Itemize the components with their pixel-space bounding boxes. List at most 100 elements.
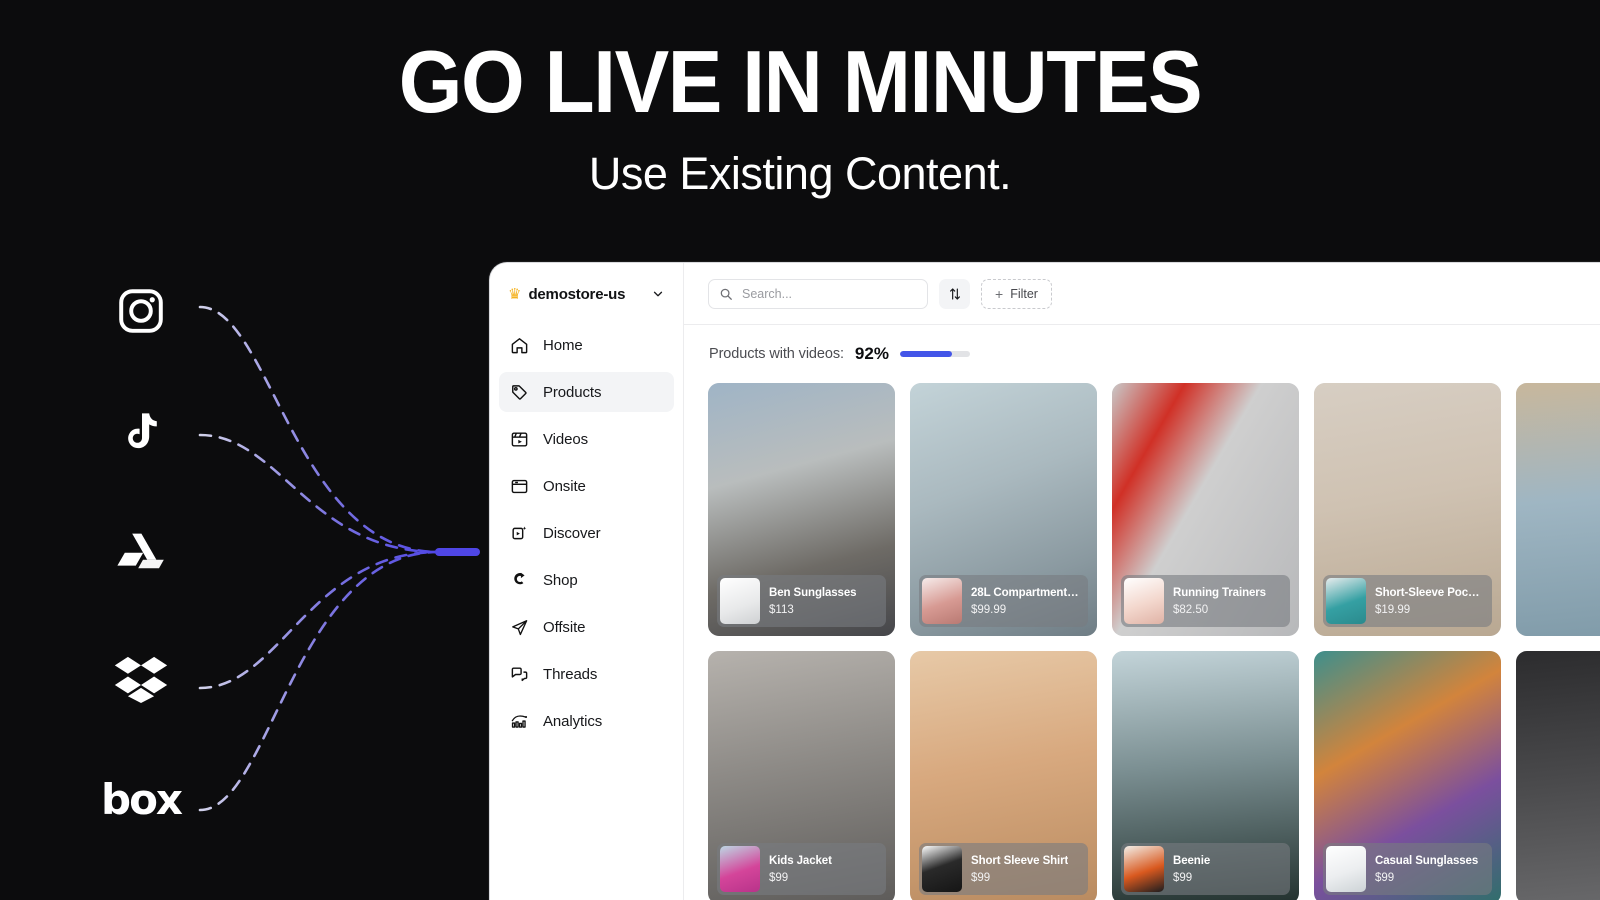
toolbar: + Filter <box>684 263 1600 325</box>
product-image <box>1516 651 1600 900</box>
product-price: $19.99 <box>1375 603 1411 616</box>
product-card[interactable] <box>1516 651 1600 900</box>
sidebar-item-label: Offsite <box>543 618 586 636</box>
product-card[interactable]: Ben Sunglasses $113 <box>708 383 895 636</box>
progress-bar-fill <box>899 351 953 357</box>
crown-icon: ♛ <box>508 285 522 303</box>
analytics-icon <box>508 710 530 732</box>
instagram-icon <box>105 275 177 347</box>
product-price: $99 <box>1375 871 1395 884</box>
product-overlay: Beenie $99 <box>1121 843 1290 895</box>
source-icon-list: box <box>101 275 200 835</box>
product-title: Short-Sleeve Pocket Sh... <box>1375 586 1483 599</box>
chat-bubbles-icon <box>508 663 530 685</box>
sidebar-item-threads[interactable]: Threads <box>499 654 674 694</box>
window-icon <box>508 475 530 497</box>
sidebar-item-products[interactable]: Products <box>499 372 674 412</box>
product-overlay: Short Sleeve Shirt $99 <box>919 843 1088 895</box>
product-title: 28L Compartment Back... <box>971 586 1079 599</box>
product-price: $99.99 <box>971 603 1007 616</box>
product-card[interactable]: Short Sleeve Shirt $99 <box>910 651 1097 900</box>
product-thumbnail <box>1326 578 1366 624</box>
sidebar-item-label: Analytics <box>543 712 603 730</box>
product-card[interactable] <box>1516 383 1600 636</box>
sidebar-item-analytics[interactable]: Analytics <box>499 701 674 741</box>
product-card[interactable]: Beenie $99 <box>1112 651 1299 900</box>
product-title: Casual Sunglasses <box>1375 854 1479 867</box>
product-row: Ben Sunglasses $113 28L Compartment Back..… <box>708 383 1600 636</box>
home-icon <box>508 334 530 356</box>
store-switcher[interactable]: ♛ demostore-us <box>499 263 674 325</box>
product-price: $99 <box>769 871 789 884</box>
product-card[interactable]: Running Trainers $82.50 <box>1112 383 1299 636</box>
sort-arrows-icon <box>948 287 962 301</box>
product-title: Running Trainers <box>1173 586 1266 599</box>
search-field[interactable] <box>708 278 928 309</box>
google-drive-icon <box>105 519 177 591</box>
clapperboard-icon <box>508 428 530 450</box>
sidebar-item-label: Videos <box>543 430 588 448</box>
product-card[interactable]: Short-Sleeve Pocket Sh... $19.99 <box>1314 383 1501 636</box>
sidebar-item-label: Shop <box>543 571 578 589</box>
product-thumbnail <box>922 578 962 624</box>
product-price: $82.50 <box>1173 603 1209 616</box>
sidebar-item-label: Discover <box>543 524 601 542</box>
product-overlay: Short-Sleeve Pocket Sh... $19.99 <box>1323 575 1492 627</box>
stats-value: 92% <box>854 344 889 363</box>
dropbox-icon <box>105 643 177 715</box>
product-price: $99 <box>1173 871 1193 884</box>
stats-label: Products with videos: <box>709 346 844 362</box>
sidebar-item-label: Threads <box>543 665 598 683</box>
product-card[interactable]: 28L Compartment Back... $99.99 <box>910 383 1097 636</box>
product-title: Short Sleeve Shirt <box>971 854 1069 867</box>
sidebar-item-onsite[interactable]: Onsite <box>499 466 674 506</box>
product-price: $99 <box>971 871 991 884</box>
product-overlay: 28L Compartment Back... $99.99 <box>919 575 1088 627</box>
sidebar: ♛ demostore-us Home Products Videos Onsi… <box>490 263 684 900</box>
paper-plane-icon <box>508 616 530 638</box>
product-overlay: Ben Sunglasses $113 <box>717 575 886 627</box>
sidebar-item-offsite[interactable]: Offsite <box>499 607 674 647</box>
product-thumbnail <box>720 578 760 624</box>
sort-button[interactable] <box>939 278 970 309</box>
product-grid: Ben Sunglasses $113 28L Compartment Back..… <box>684 383 1600 900</box>
box-wordmark: box <box>101 774 183 824</box>
sidebar-item-home[interactable]: Home <box>499 325 674 365</box>
tag-icon <box>508 381 530 403</box>
product-thumbnail <box>1326 846 1366 892</box>
hero-section: GO LIVE IN MINUTES Use Existing Content. <box>0 0 1600 200</box>
product-card[interactable]: Casual Sunglasses $99 <box>1314 651 1501 900</box>
connector-lines <box>190 280 490 825</box>
product-thumbnail <box>1124 846 1164 892</box>
product-overlay: Kids Jacket $99 <box>717 843 886 895</box>
store-name: demostore-us <box>528 285 626 303</box>
product-thumbnail <box>720 846 760 892</box>
product-row: Kids Jacket $99 Short Sleeve Shirt $99 Beeni… <box>708 651 1600 900</box>
shopify-bag-icon <box>508 569 530 591</box>
product-title: Kids Jacket <box>769 854 832 867</box>
filter-button[interactable]: + Filter <box>981 278 1052 309</box>
product-overlay: Running Trainers $82.50 <box>1121 575 1290 627</box>
video-sparkle-icon <box>508 522 530 544</box>
progress-bar <box>899 351 970 357</box>
sidebar-item-videos[interactable]: Videos <box>499 419 674 459</box>
plus-icon: + <box>995 285 1004 302</box>
product-title: Ben Sunglasses <box>769 586 857 599</box>
product-thumbnail <box>922 846 962 892</box>
sidebar-item-shop[interactable]: Shop <box>499 560 674 600</box>
app-window: ♛ demostore-us Home Products Videos Onsi… <box>489 262 1600 900</box>
product-title: Beenie <box>1173 854 1211 867</box>
product-price: $113 <box>769 603 794 616</box>
sidebar-item-discover[interactable]: Discover <box>499 513 674 553</box>
product-card[interactable]: Kids Jacket $99 <box>708 651 895 900</box>
filter-label: Filter <box>1010 286 1038 301</box>
search-input[interactable] <box>742 286 917 301</box>
sidebar-item-label: Onsite <box>543 477 586 495</box>
page-title: GO LIVE IN MINUTES <box>398 32 1203 131</box>
box-icon: box <box>101 763 183 835</box>
search-icon <box>719 287 733 301</box>
product-image <box>1516 383 1600 636</box>
tiktok-icon <box>105 397 177 469</box>
sidebar-item-label: Products <box>543 383 602 401</box>
main-content: + Filter Products with videos: 92% Ben S… <box>684 263 1600 900</box>
